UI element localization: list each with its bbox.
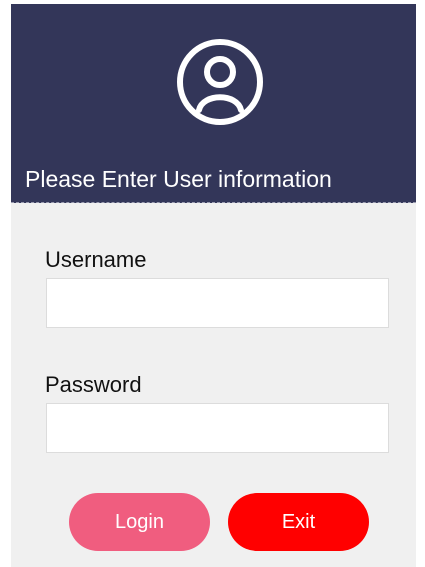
password-input[interactable] bbox=[46, 403, 389, 453]
login-window: Please Enter User information Username P… bbox=[11, 4, 416, 567]
login-button[interactable]: Login bbox=[69, 493, 210, 551]
username-label: Username bbox=[45, 247, 147, 272]
exit-button[interactable]: Exit bbox=[228, 493, 369, 551]
user-avatar-icon bbox=[177, 39, 263, 125]
login-form: Username Password Login Exit bbox=[11, 203, 416, 567]
login-header: Please Enter User information bbox=[11, 4, 416, 203]
password-label: Password bbox=[45, 372, 142, 397]
login-prompt-title: Please Enter User information bbox=[25, 166, 332, 192]
username-input[interactable] bbox=[46, 278, 389, 328]
